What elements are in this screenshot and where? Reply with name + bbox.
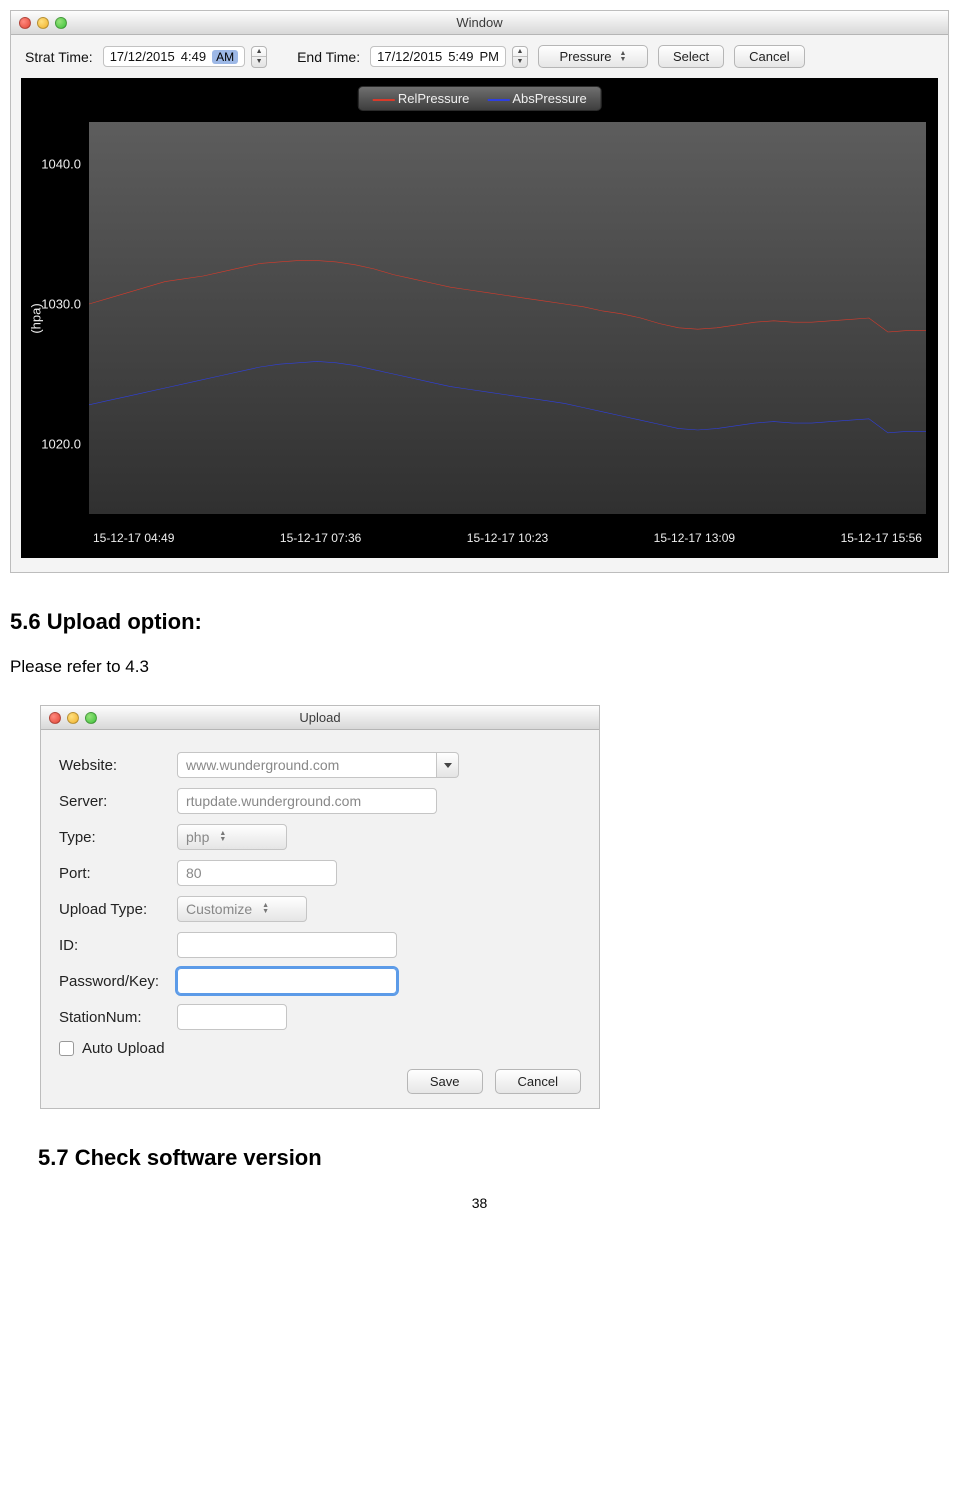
website-combo[interactable]: www.wunderground.com [177, 752, 459, 778]
station-input[interactable] [177, 1004, 287, 1030]
end-time-value: 5:49 [448, 49, 473, 64]
save-button[interactable]: Save [407, 1069, 483, 1094]
y-tick: 1020.0 [41, 437, 81, 452]
end-time-label: End Time: [297, 49, 360, 65]
metric-select-value: Pressure [560, 49, 612, 64]
password-label: Password/Key: [59, 973, 177, 990]
legend-abs-label: AbsPressure [512, 91, 586, 106]
select-button[interactable]: Select [658, 45, 724, 68]
end-datetime-input[interactable]: 17/12/2015 5:49 PM [370, 46, 506, 67]
minimize-icon[interactable] [37, 17, 49, 29]
type-select-value: php [186, 829, 209, 845]
website-input[interactable]: www.wunderground.com [177, 752, 437, 778]
start-time-label: Strat Time: [25, 49, 93, 65]
chart-plot [89, 122, 926, 514]
y-tick: 1030.0 [41, 297, 81, 312]
id-input[interactable] [177, 932, 397, 958]
chart-area: RelPressure AbsPressure (hpa) 1020.01030… [21, 78, 938, 558]
upload-type-label: Upload Type: [59, 901, 177, 918]
end-time-stepper[interactable]: ▲ ▼ [512, 46, 528, 68]
section-5-7-heading: 5.7 Check software version [38, 1145, 949, 1171]
auto-upload-label: Auto Upload [82, 1040, 165, 1057]
upload-window-title: Upload [299, 710, 340, 725]
website-label: Website: [59, 757, 177, 774]
y-axis: 1020.0 1030.0 1040.0 [21, 122, 89, 514]
end-date-value: 17/12/2015 [377, 49, 442, 64]
start-datetime-input[interactable]: 17/12/2015 4:49 AM [103, 46, 245, 67]
server-label: Server: [59, 793, 177, 810]
zoom-icon[interactable] [55, 17, 67, 29]
chart-window-title: Window [456, 15, 502, 30]
end-ampm-value: PM [480, 49, 500, 64]
page-number: 38 [10, 1195, 949, 1211]
auto-upload-checkbox[interactable] [59, 1041, 74, 1056]
minimize-icon[interactable] [67, 712, 79, 724]
website-dropdown-icon[interactable] [437, 752, 459, 778]
section-5-6-body: Please refer to 4.3 [10, 657, 949, 677]
y-tick: 1040.0 [41, 157, 81, 172]
upload-window: Upload Website: www.wunderground.com Ser… [40, 705, 600, 1109]
section-5-6-heading: 5.6 Upload option: [10, 609, 949, 635]
zoom-icon[interactable] [85, 712, 97, 724]
start-time-stepper[interactable]: ▲ ▼ [251, 46, 267, 68]
chevron-up-icon[interactable]: ▲ [252, 47, 266, 58]
password-input[interactable] [177, 968, 397, 994]
close-icon[interactable] [49, 712, 61, 724]
upload-window-titlebar: Upload [41, 706, 599, 730]
chart-legend: RelPressure AbsPressure [357, 86, 601, 111]
server-input[interactable]: rtupdate.wunderground.com [177, 788, 437, 814]
legend-rel-label: RelPressure [398, 91, 470, 106]
chart-window-titlebar: Window [11, 11, 948, 35]
chevron-down-icon[interactable]: ▼ [513, 57, 527, 67]
upload-type-select[interactable]: Customize ▲▼ [177, 896, 307, 922]
x-tick: 15-12-17 13:09 [654, 531, 735, 545]
cancel-button[interactable]: Cancel [495, 1069, 581, 1094]
type-select[interactable]: php ▲▼ [177, 824, 287, 850]
x-tick: 15-12-17 07:36 [280, 531, 361, 545]
x-axis: 15-12-17 04:49 15-12-17 07:36 15-12-17 10:… [89, 518, 926, 558]
type-label: Type: [59, 829, 177, 846]
series-line [89, 361, 926, 432]
series-line [89, 261, 926, 332]
start-time-value: 4:49 [181, 49, 206, 64]
metric-select[interactable]: Pressure ▲▼ [538, 45, 648, 68]
x-tick: 15-12-17 04:49 [93, 531, 174, 545]
station-label: StationNum: [59, 1009, 177, 1026]
start-date-value: 17/12/2015 [110, 49, 175, 64]
x-tick: 15-12-17 10:23 [467, 531, 548, 545]
x-tick: 15-12-17 15:56 [841, 531, 922, 545]
port-label: Port: [59, 865, 177, 882]
cancel-button[interactable]: Cancel [734, 45, 804, 68]
chevron-up-icon[interactable]: ▲ [513, 47, 527, 58]
chevron-down-icon[interactable]: ▼ [252, 57, 266, 67]
close-icon[interactable] [19, 17, 31, 29]
chart-window: Window Strat Time: 17/12/2015 4:49 AM ▲ … [10, 10, 949, 573]
upload-type-select-value: Customize [186, 901, 252, 917]
port-input[interactable]: 80 [177, 860, 337, 886]
id-label: ID: [59, 937, 177, 954]
chart-toolbar: Strat Time: 17/12/2015 4:49 AM ▲ ▼ End T… [11, 35, 948, 78]
start-ampm-value: AM [212, 50, 238, 64]
